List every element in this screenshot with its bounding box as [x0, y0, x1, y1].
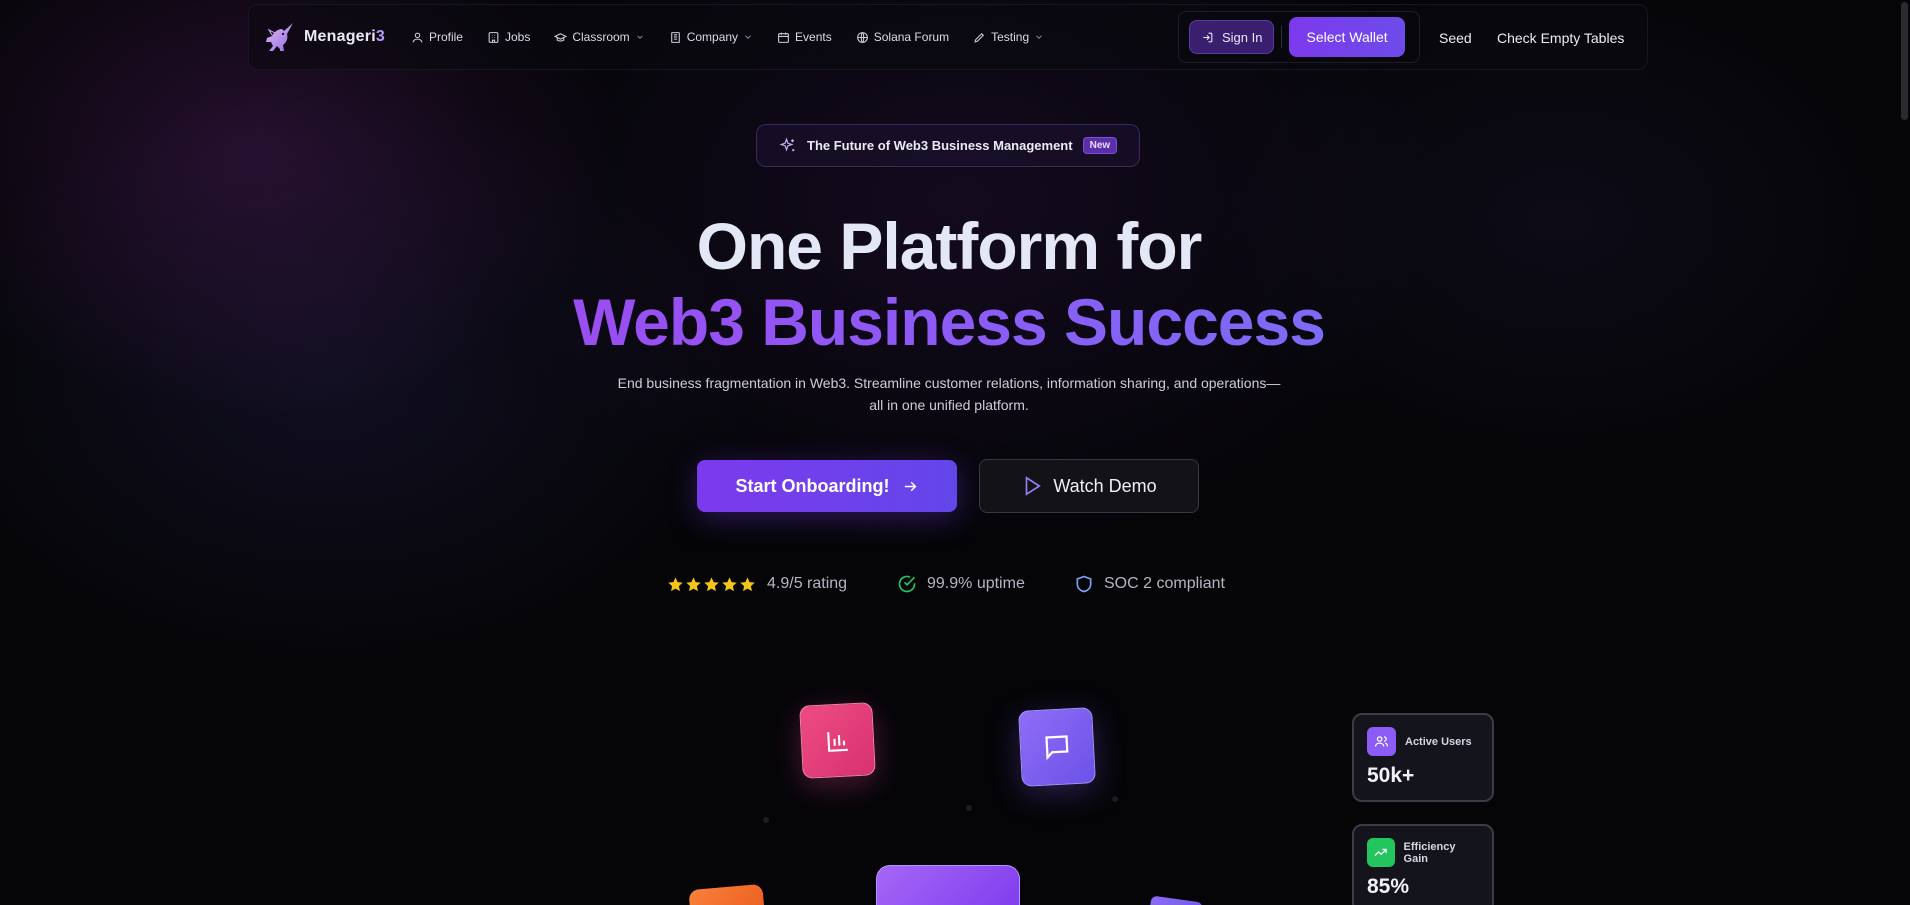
nav-links: Profile Jobs Classroom Company Events So… [411, 30, 1044, 44]
uptime-indicator: 99.9% uptime [897, 572, 1025, 596]
decor-dot [966, 805, 972, 811]
nav-item-events[interactable]: Events [777, 30, 832, 44]
globe-icon [856, 31, 868, 43]
efficiency-gain-card: Efficiency Gain 85% [1352, 824, 1494, 905]
chevron-down-icon [1036, 35, 1042, 39]
messaging-tile [1018, 707, 1096, 787]
watch-demo-label: Watch Demo [1053, 475, 1157, 496]
sparkles-icon [779, 136, 795, 152]
nav-item-testing[interactable]: Testing [973, 30, 1044, 44]
start-onboarding-label: Start Onboarding! [735, 475, 890, 496]
hero-subtitle: End business fragmentation in Web3. Stre… [617, 375, 1281, 413]
page-scrollbar[interactable] [1898, 0, 1910, 905]
orange-tile [688, 883, 766, 905]
check-empty-tables-link[interactable]: Check Empty Tables [1497, 5, 1624, 71]
play-icon [1025, 476, 1042, 496]
scrollbar-thumb[interactable] [1901, 2, 1908, 120]
compliance-indicator: SOC 2 compliant [1074, 572, 1225, 596]
decor-dot [763, 817, 769, 823]
rating-indicator: 4.9/5 rating [667, 572, 847, 596]
rating-text: 4.9/5 rating [767, 575, 848, 592]
nav-item-jobs[interactable]: Jobs [487, 30, 530, 44]
office-icon [670, 31, 680, 43]
arrow-right-icon [904, 481, 916, 491]
auth-group: Sign In Select Wallet [1178, 11, 1420, 63]
nav-item-label: Profile [428, 30, 463, 44]
building-icon [488, 31, 499, 43]
chevron-down-icon [745, 35, 751, 39]
pen-icon [974, 32, 985, 43]
nav-item-label: Events [795, 30, 832, 44]
top-navbar: Menageri3 Profile Jobs Classroom Company… [248, 4, 1648, 70]
analytics-tile [799, 702, 876, 779]
active-users-card: Active Users 50k+ [1352, 713, 1494, 802]
stat-value: 50k+ [1367, 764, 1415, 787]
start-onboarding-button[interactable]: Start Onboarding! [697, 460, 957, 512]
nav-item-label: Testing [991, 30, 1030, 44]
brand-name: Menageri3 [304, 28, 385, 45]
chat-bubble-icon [1045, 735, 1069, 761]
user-icon [412, 32, 423, 42]
brand-logo[interactable]: Menageri3 [263, 20, 385, 54]
nav-item-company[interactable]: Company [669, 30, 753, 44]
graduation-cap-icon [554, 32, 568, 42]
nav-item-label: Jobs [504, 30, 531, 44]
nav-item-label: Solana Forum [873, 30, 950, 44]
stat-value: 85% [1367, 875, 1410, 898]
stat-label: Active Users [1405, 735, 1472, 748]
sign-in-button[interactable]: Sign In [1189, 20, 1275, 54]
hero-title-line2: Web3 Business Success [573, 285, 1326, 359]
sign-in-label: Sign In [1222, 29, 1263, 45]
purple-small-tile [1148, 895, 1204, 905]
check-circle-icon [898, 575, 916, 593]
select-wallet-button[interactable]: Select Wallet [1289, 17, 1405, 57]
nav-item-solana-forum[interactable]: Solana Forum [856, 30, 949, 44]
nav-item-classroom[interactable]: Classroom [554, 30, 644, 44]
decor-dot [1112, 796, 1118, 802]
uptime-text: 99.9% uptime [927, 575, 1025, 592]
unicorn-logo-icon [266, 23, 293, 51]
nav-item-label: Company [686, 30, 739, 44]
shield-icon [1076, 575, 1092, 593]
compliance-text: SOC 2 compliant [1104, 575, 1225, 592]
nav-item-label: Classroom [572, 30, 630, 44]
login-icon [1203, 32, 1213, 42]
seed-link[interactable]: Seed [1439, 5, 1472, 71]
watch-demo-button[interactable]: Watch Demo [979, 459, 1199, 513]
hero-title-line1: One Platform for [696, 209, 1203, 283]
users-icon [1367, 727, 1396, 756]
rating-stars [667, 576, 756, 593]
calendar-icon [778, 32, 789, 43]
nav-item-profile[interactable]: Profile [411, 30, 463, 44]
star-icon [686, 576, 701, 591]
trending-up-icon [1367, 838, 1395, 867]
stat-label: Efficiency Gain [1403, 840, 1456, 865]
star-icon [668, 576, 683, 591]
bar-chart-icon [826, 731, 848, 752]
star-icon [722, 576, 737, 591]
badge-text: The Future of Web3 Business Management [807, 138, 1073, 153]
central-tile [876, 865, 1020, 905]
star-icon [704, 576, 719, 591]
announcement-badge[interactable]: The Future of Web3 Business Management N… [756, 124, 1140, 167]
chevron-down-icon [636, 35, 643, 39]
star-icon [740, 576, 755, 591]
new-badge: New [1082, 137, 1118, 154]
divider [1281, 26, 1283, 48]
